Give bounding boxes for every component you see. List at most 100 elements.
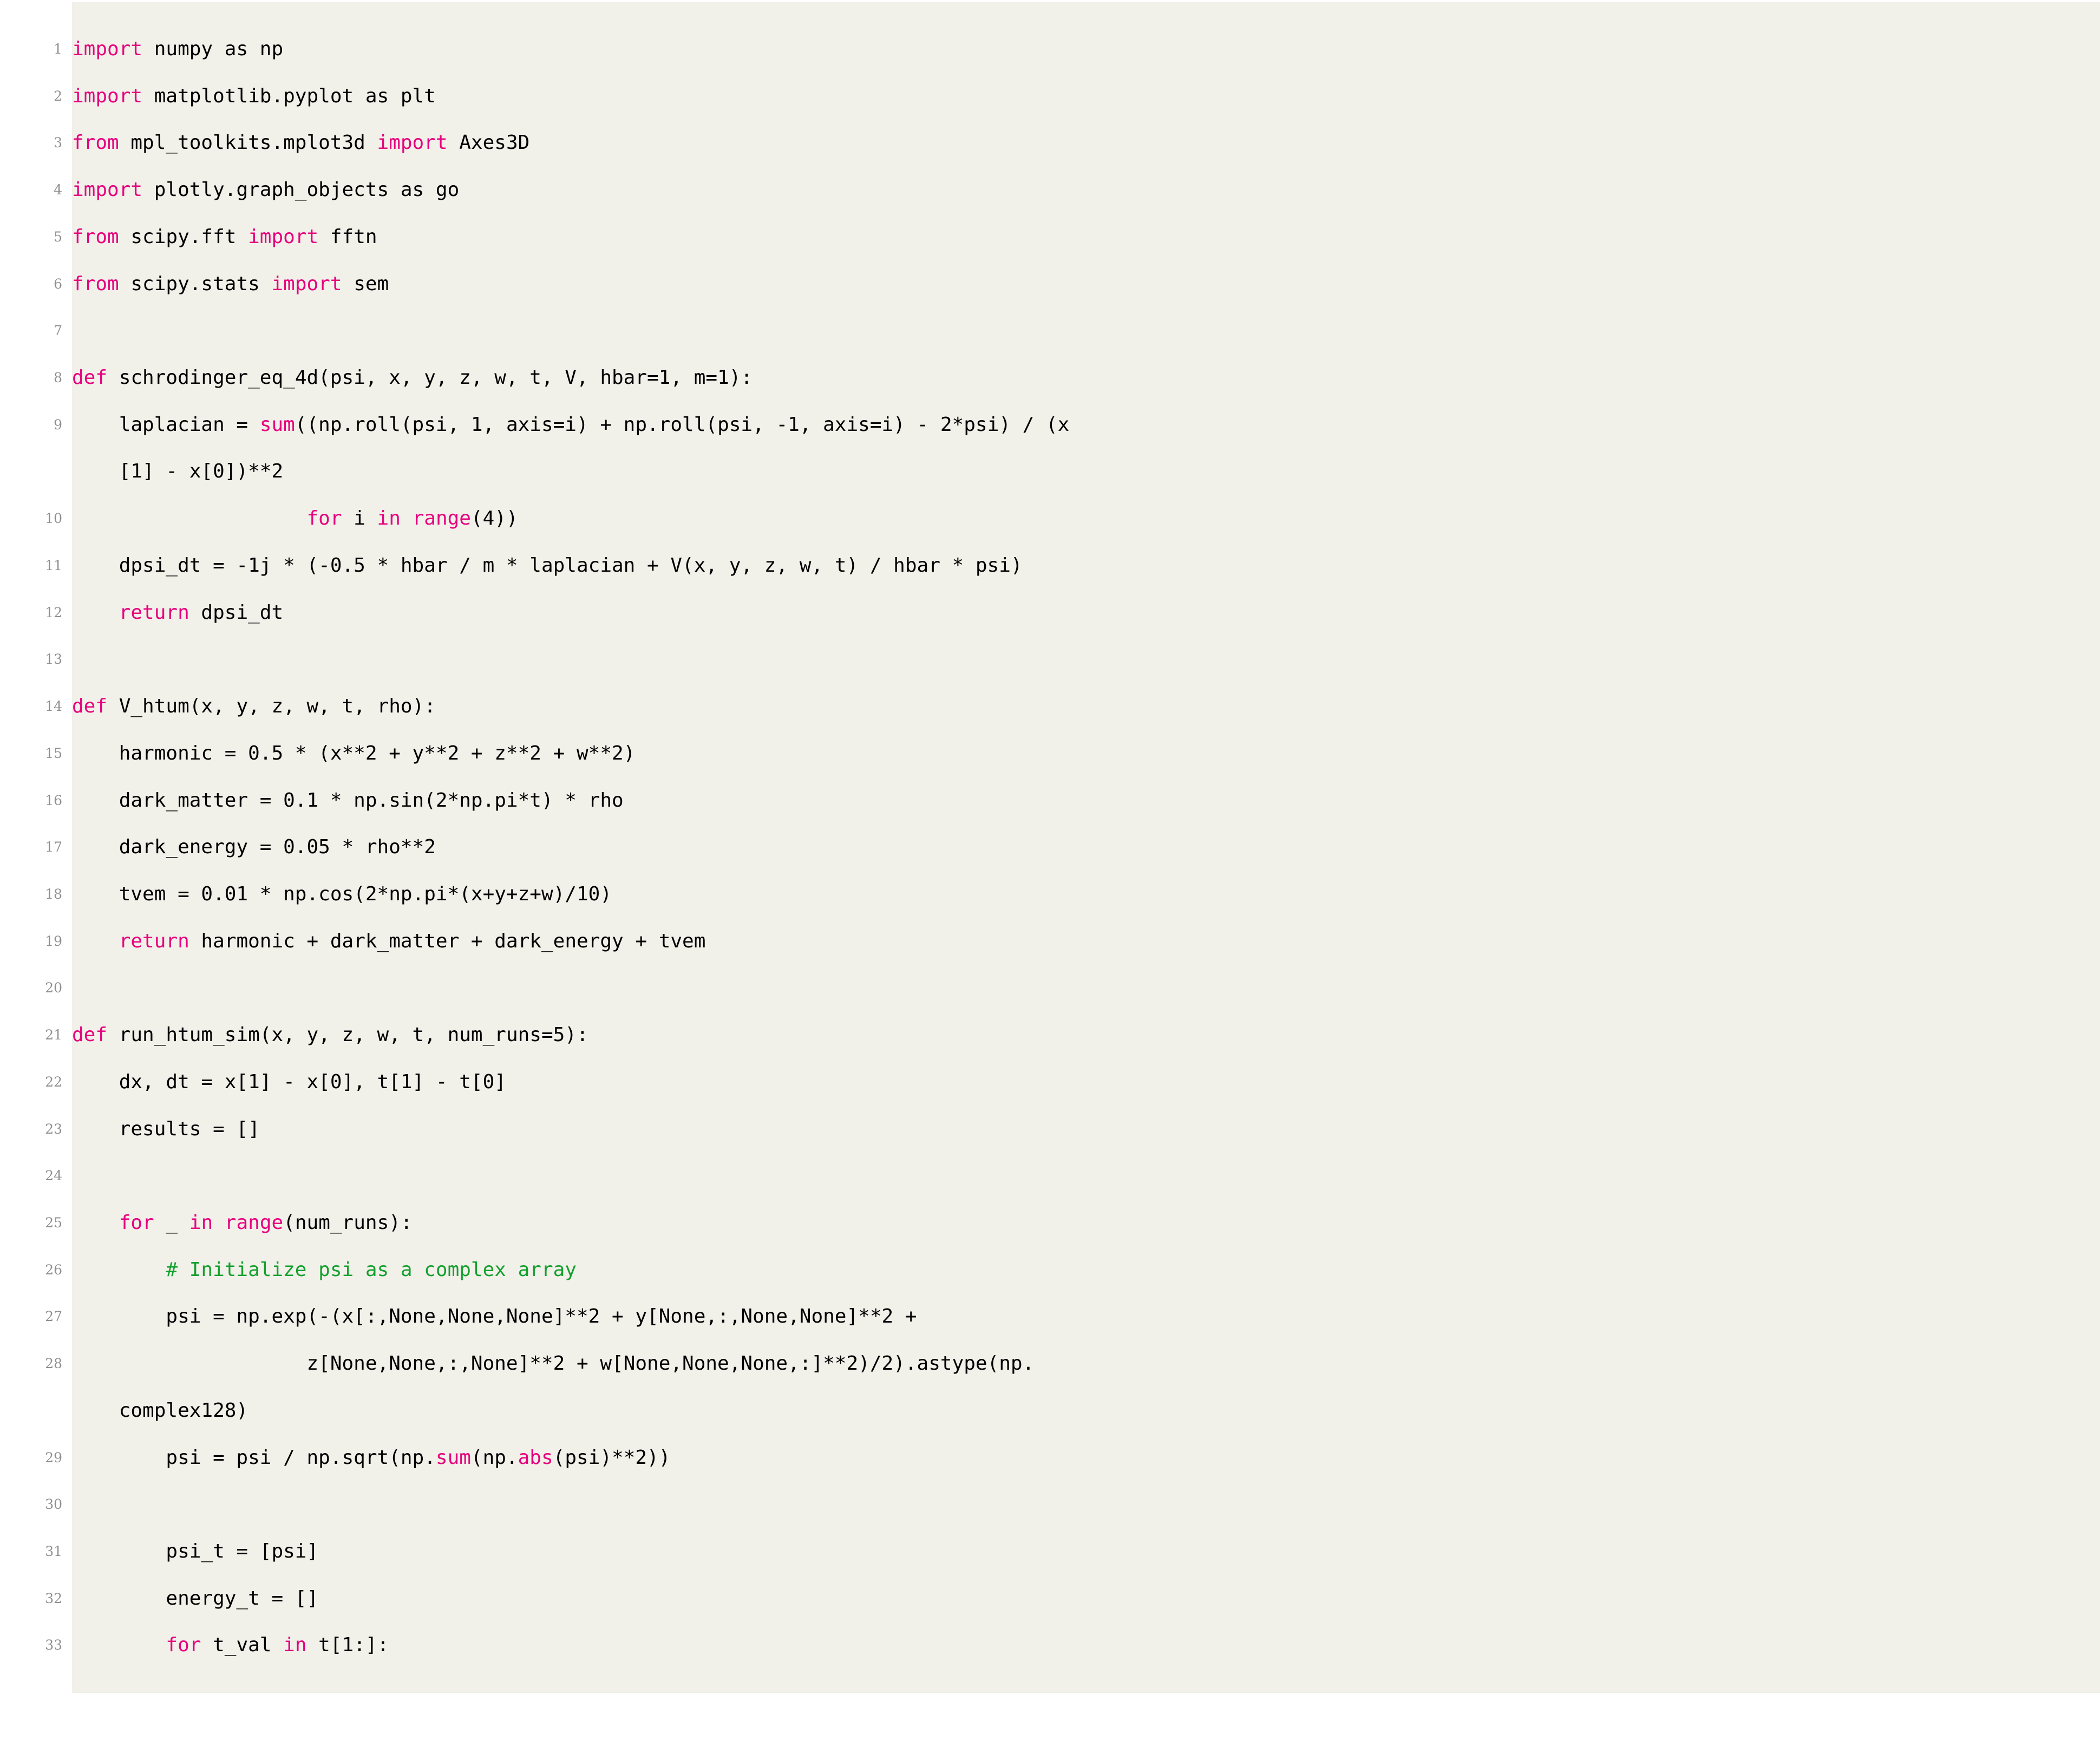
code-token-nm: harmonic = 0.5 * (x**2 + y**2 + z**2 + w… (72, 742, 636, 764)
code-line-text[interactable] (72, 636, 2100, 684)
code-token-kw: return (119, 601, 189, 624)
code-line-text[interactable]: for _ in range(num_runs): (72, 1199, 2100, 1247)
code-line-text[interactable] (72, 308, 2100, 355)
code-line-text[interactable]: import numpy as np (72, 26, 2100, 73)
code-line-text[interactable]: [1] - x[0])**2 (72, 448, 2100, 496)
code-token-empty (72, 1153, 84, 1200)
code-token-nm: (np. (470, 1446, 518, 1469)
code-listing-body: 1 import numpy as np 2 import matplotlib.py… (0, 2, 2100, 1693)
line-number: 20 (0, 965, 72, 1012)
line-number: 30 (0, 1481, 72, 1528)
code-line-text[interactable]: for i in range(4)) (72, 495, 2100, 542)
code-token-cm: # Initialize psi as a complex array (72, 1258, 577, 1281)
code-line-text[interactable]: results = [] (72, 1106, 2100, 1153)
code-token-nm: psi = np.exp(-(x[:,None,None,None]**2 + … (72, 1305, 917, 1328)
code-token-bi: range (224, 1211, 284, 1234)
code-token-nm: plotly.graph_objects as go (142, 179, 460, 201)
code-token-bi: abs (518, 1446, 553, 1469)
line-number: 11 (0, 542, 72, 590)
code-line-text[interactable]: dx, dt = x[1] - x[0], t[1] - t[0] (72, 1058, 2100, 1106)
code-line-row: 11 dpsi_dt = -1j * (-0.5 * hbar / m * la… (0, 542, 2100, 590)
code-token-nm: energy_t = [] (72, 1587, 319, 1610)
line-number: 16 (0, 777, 72, 825)
code-line-row: 18 tvem = 0.01 * np.cos(2*np.pi*(x+y+z+w… (0, 871, 2100, 918)
code-token-bi: sum (435, 1446, 471, 1469)
code-token-kw: import (377, 132, 448, 154)
code-token-nm: dpsi_dt = -1j * (-0.5 * hbar / m * lapla… (72, 554, 1023, 577)
line-number: 6 (0, 260, 72, 308)
code-listing-block: 1 import numpy as np 2 import matplotlib.py… (0, 0, 2100, 1740)
code-token-kw: in (377, 507, 401, 530)
code-line-row: 17 dark_energy = 0.05 * rho**2 (0, 824, 2100, 871)
code-line-row: 7 (0, 308, 2100, 355)
code-line-text[interactable]: psi_t = [psi] (72, 1528, 2100, 1575)
code-line-row: 1 import numpy as np (0, 26, 2100, 73)
code-line-text[interactable]: from mpl_toolkits.mplot3d import Axes3D (72, 120, 2100, 167)
line-number-gutter-spacer (0, 2, 72, 26)
line-number: 4 (0, 167, 72, 214)
line-number: 1 (0, 26, 72, 73)
code-line-row: 26 # Initialize psi as a complex array (0, 1246, 2100, 1294)
code-line-text[interactable] (72, 965, 2100, 1012)
code-line-text[interactable]: from scipy.stats import sem (72, 260, 2100, 308)
code-line-row: 33 for t_val in t[1:]: (0, 1622, 2100, 1670)
code-line-text[interactable]: complex128) (72, 1387, 2100, 1435)
code-line-text[interactable]: dark_energy = 0.05 * rho**2 (72, 824, 2100, 871)
code-token-empty (72, 308, 84, 355)
code-line-row: 6 from scipy.stats import sem (0, 260, 2100, 308)
code-token-nm: psi = psi / np.sqrt(np. (72, 1446, 436, 1469)
code-line-text[interactable] (72, 1153, 2100, 1200)
line-number: 2 (0, 73, 72, 120)
code-token-kw: import (72, 179, 143, 201)
code-line-text[interactable]: import matplotlib.pyplot as plt (72, 73, 2100, 120)
code-line-row: 23 results = [] (0, 1106, 2100, 1153)
code-token-kw: return (119, 930, 189, 952)
code-line-text[interactable]: return harmonic + dark_matter + dark_ene… (72, 918, 2100, 965)
code-token-bi: sum (259, 413, 295, 436)
code-token-nm: i (342, 507, 377, 530)
code-line-text[interactable]: laplacian = sum((np.roll(psi, 1, axis=i)… (72, 401, 2100, 449)
code-token-kw: from (72, 132, 119, 154)
code-line-text[interactable]: import plotly.graph_objects as go (72, 167, 2100, 214)
code-line-text[interactable]: psi = psi / np.sqrt(np.sum(np.abs(psi)**… (72, 1434, 2100, 1482)
line-number: 21 (0, 1012, 72, 1059)
code-line-text[interactable]: energy_t = [] (72, 1575, 2100, 1623)
code-line-text[interactable]: def V_htum(x, y, z, w, t, rho): (72, 683, 2100, 730)
code-line-row: 32 energy_t = [] (0, 1575, 2100, 1623)
code-token-nm (72, 1200, 119, 1247)
code-line-text[interactable]: def run_htum_sim(x, y, z, w, t, num_runs… (72, 1012, 2100, 1059)
code-token-nm: matplotlib.pyplot as plt (142, 84, 436, 107)
code-token-kw: import (72, 38, 143, 60)
code-line-text[interactable]: dpsi_dt = -1j * (-0.5 * hbar / m * lapla… (72, 542, 2100, 590)
code-line-row: 25 for _ in range(num_runs): (0, 1199, 2100, 1247)
code-line-row: 10 for i in range(4)) (0, 495, 2100, 542)
code-line-text[interactable]: from scipy.fft import fftn (72, 213, 2100, 261)
code-token-nm: t[1:]: (306, 1634, 389, 1657)
code-line-text[interactable]: z[None,None,:,None]**2 + w[None,None,Non… (72, 1340, 2100, 1388)
code-line-row: 21 def run_htum_sim(x, y, z, w, t, num_ru… (0, 1012, 2100, 1059)
code-line-text[interactable]: # Initialize psi as a complex array (72, 1246, 2100, 1294)
code-line-text[interactable]: harmonic = 0.5 * (x**2 + y**2 + z**2 + w… (72, 730, 2100, 777)
line-number: 8 (0, 355, 72, 402)
code-token-kw: for (306, 507, 342, 530)
code-token-nm: dx, dt = x[1] - x[0], t[1] - t[0] (72, 1070, 506, 1093)
line-number: 24 (0, 1153, 72, 1200)
line-number: 22 (0, 1058, 72, 1106)
code-line-text[interactable]: for t_val in t[1:]: (72, 1622, 2100, 1670)
code-token-nm: (4)) (470, 507, 518, 530)
code-line-text[interactable]: dark_matter = 0.1 * np.sin(2*np.pi*t) * … (72, 777, 2100, 825)
code-line-text[interactable]: def schrodinger_eq_4d(psi, x, y, z, w, t… (72, 355, 2100, 402)
code-line-text[interactable]: tvem = 0.01 * np.cos(2*np.pi*(x+y+z+w)/1… (72, 871, 2100, 918)
code-line-row: 22 dx, dt = x[1] - x[0], t[1] - t[0] (0, 1058, 2100, 1106)
code-token-kw: import (248, 225, 319, 248)
code-line-row: 12 return dpsi_dt (0, 589, 2100, 637)
code-line-row: 31 psi_t = [psi] (0, 1528, 2100, 1575)
code-token-nm (72, 918, 119, 965)
code-line-text[interactable] (72, 1481, 2100, 1528)
line-number: 12 (0, 589, 72, 637)
line-number-wrapped (0, 448, 72, 496)
code-line-text[interactable]: return dpsi_dt (72, 589, 2100, 637)
line-number: 3 (0, 120, 72, 167)
code-padding-cell (72, 1669, 2100, 1693)
code-line-text[interactable]: psi = np.exp(-(x[:,None,None,None]**2 + … (72, 1293, 2100, 1341)
